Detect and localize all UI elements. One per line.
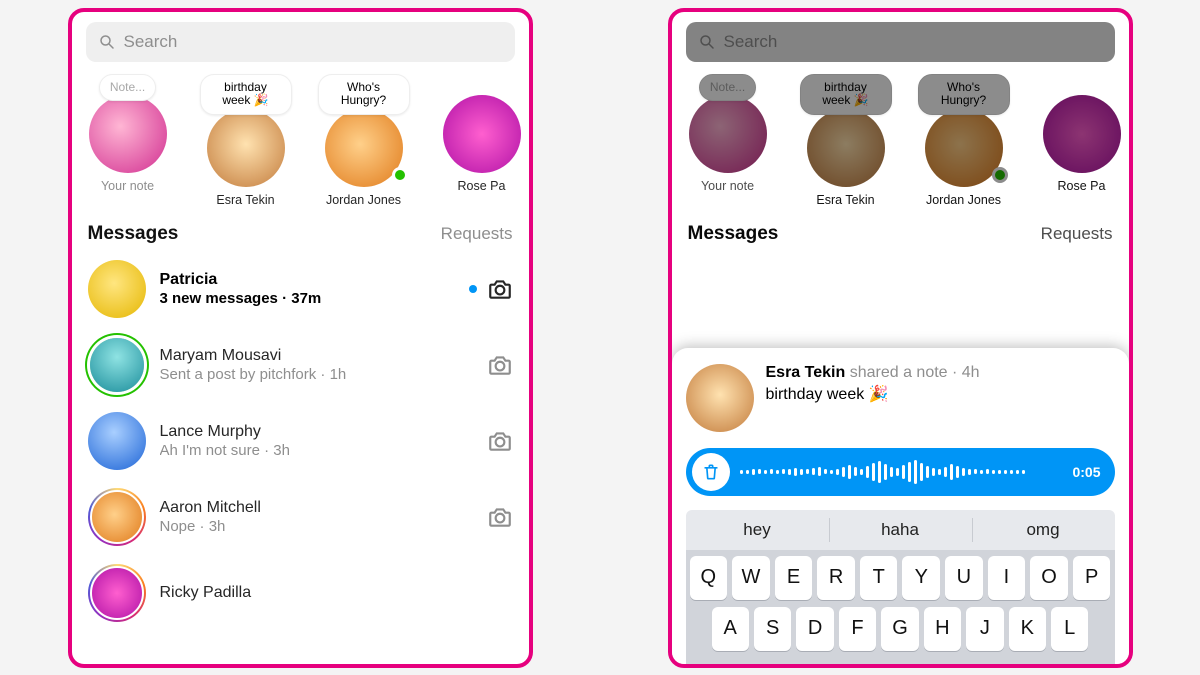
waveform-icon: [740, 459, 1063, 485]
search-icon: [98, 33, 116, 51]
messages-section-header: Messages Requests: [72, 215, 529, 251]
key-r[interactable]: R: [817, 556, 855, 600]
messages-title: Messages: [88, 223, 179, 245]
story-ring-icon: [88, 488, 146, 546]
key-w[interactable]: W: [732, 556, 770, 600]
your-note-label: Your note: [101, 179, 154, 193]
thread-row[interactable]: Maryam Mousavi Sent a post by pitchfork …: [72, 327, 529, 403]
thread-name: Maryam Mousavi: [160, 347, 473, 365]
thread-preview: Ah I'm not sure · 3h: [160, 442, 473, 459]
phone-messages-list: Search Note... Your note birthday week 🎉…: [68, 8, 533, 668]
key-q[interactable]: Q: [690, 556, 728, 600]
thread-name: Aaron Mitchell: [160, 499, 473, 517]
key-i[interactable]: I: [988, 556, 1026, 600]
search-placeholder: Search: [124, 32, 178, 52]
note-item[interactable]: . Rose Pa: [436, 74, 528, 208]
note-name: Rose Pa: [458, 179, 506, 193]
key-u[interactable]: U: [945, 556, 983, 600]
key-h[interactable]: H: [924, 607, 961, 651]
note-name: Esra Tekin: [216, 193, 274, 207]
phone-note-reply: Search Note...Your note birthday week 🎉E…: [668, 8, 1133, 668]
note-avatar: [207, 109, 285, 187]
keyboard: QWERTYUIOP ASDFGHJKL: [686, 550, 1115, 664]
note-bubble: Who's Hungry?: [318, 74, 410, 116]
thread-row[interactable]: Patricia 3 new messages · 37m: [72, 251, 529, 327]
camera-icon[interactable]: [487, 352, 513, 378]
key-l[interactable]: L: [1051, 607, 1088, 651]
key-a[interactable]: A: [712, 607, 749, 651]
requests-link[interactable]: Requests: [441, 224, 513, 244]
avatar: [686, 364, 754, 432]
thread-row[interactable]: Aaron Mitchell Nope · 3h: [72, 479, 529, 555]
keyboard-suggestions: hey haha omg: [686, 510, 1115, 550]
key-d[interactable]: D: [796, 607, 833, 651]
thread-row[interactable]: Lance Murphy Ah I'm not sure · 3h: [72, 403, 529, 479]
note-header: Esra Tekin shared a note · 4h birthday w…: [686, 364, 1115, 432]
note-bubble: birthday week 🎉: [200, 74, 292, 116]
your-note[interactable]: Note... Your note: [82, 74, 174, 208]
voice-message[interactable]: 0:05: [686, 448, 1115, 496]
online-indicator-icon: [392, 167, 408, 183]
thread-preview: Sent a post by pitchfork · 1h: [160, 366, 473, 383]
note-author: Esra Tekin: [766, 364, 846, 381]
note-avatar: [443, 95, 521, 173]
key-o[interactable]: O: [1030, 556, 1068, 600]
search-input: Search: [686, 22, 1115, 62]
key-f[interactable]: F: [839, 607, 876, 651]
camera-icon[interactable]: [487, 504, 513, 530]
key-j[interactable]: J: [966, 607, 1003, 651]
thread-preview: Nope · 3h: [160, 518, 473, 535]
key-y[interactable]: Y: [902, 556, 940, 600]
story-ring-icon: [88, 564, 146, 622]
thread-name: Patricia: [160, 271, 455, 289]
note-item[interactable]: Who's Hungry? Jordan Jones: [318, 74, 410, 208]
note-author-line: Esra Tekin shared a note · 4h: [766, 364, 980, 382]
search-icon: [698, 33, 716, 51]
your-note-bubble: Note...: [99, 74, 156, 102]
avatar: [88, 260, 146, 318]
thread-name: Lance Murphy: [160, 423, 473, 441]
notes-row: Note... Your note birthday week 🎉 Esra T…: [72, 70, 529, 216]
suggestion[interactable]: omg: [972, 510, 1115, 550]
key-g[interactable]: G: [881, 607, 918, 651]
thread-row[interactable]: Ricky Padilla: [72, 555, 529, 631]
key-e[interactable]: E: [775, 556, 813, 600]
note-name: Jordan Jones: [326, 193, 401, 207]
search-input[interactable]: Search: [86, 22, 515, 62]
key-p[interactable]: P: [1073, 556, 1111, 600]
key-k[interactable]: K: [1009, 607, 1046, 651]
thread-preview: 3 new messages · 37m: [160, 290, 455, 307]
note-body: birthday week 🎉: [766, 384, 980, 404]
note-item[interactable]: birthday week 🎉 Esra Tekin: [200, 74, 292, 208]
key-t[interactable]: T: [860, 556, 898, 600]
avatar: [90, 338, 144, 392]
camera-icon[interactable]: [487, 428, 513, 454]
note-avatar: [325, 109, 403, 187]
camera-icon[interactable]: [487, 276, 513, 302]
suggestion[interactable]: haha: [829, 510, 972, 550]
key-s[interactable]: S: [754, 607, 791, 651]
trash-icon: [701, 462, 721, 482]
suggestion[interactable]: hey: [686, 510, 829, 550]
unread-dot-icon: [469, 285, 477, 293]
thread-name: Ricky Padilla: [160, 584, 513, 602]
voice-duration: 0:05: [1072, 464, 1100, 480]
delete-voice-button[interactable]: [692, 453, 730, 491]
your-avatar: [89, 95, 167, 173]
note-reply-sheet: Esra Tekin shared a note · 4h birthday w…: [672, 348, 1129, 664]
avatar: [88, 412, 146, 470]
